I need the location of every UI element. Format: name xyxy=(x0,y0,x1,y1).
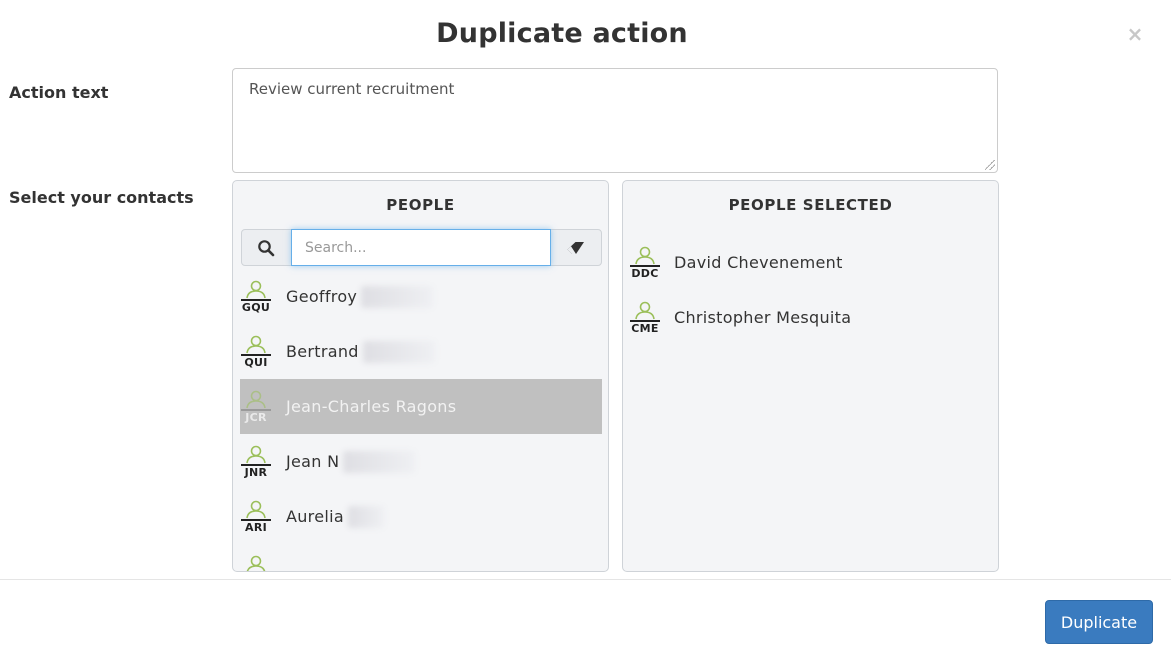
contact-avatar-icon: QUI xyxy=(240,335,272,369)
contact-initials: GQU xyxy=(241,298,271,314)
selected-people-list: DDC David Chevenement CME Christopher Mesqu… xyxy=(629,235,991,345)
action-text-label: Action text xyxy=(9,83,109,102)
contact-initials: ARI xyxy=(241,518,271,534)
people-list-item[interactable]: QUI Bertrand xyxy=(240,324,602,379)
people-panel-heading: PEOPLE xyxy=(386,196,455,214)
contact-avatar-icon: ARI xyxy=(240,500,272,534)
redacted-surname xyxy=(361,285,434,308)
contact-name: Geoffroy xyxy=(286,287,358,306)
selected-person-item[interactable]: DDC David Chevenement xyxy=(629,235,991,290)
people-list: GQU Geoffroy QUI Bertrand JCR Jean-Charles Ra… xyxy=(240,269,602,571)
people-search-bar xyxy=(241,229,602,266)
contact-initials: QUI xyxy=(241,353,271,369)
selected-person-item[interactable]: CME Christopher Mesquita xyxy=(629,290,991,345)
contact-avatar-icon: GQU xyxy=(240,280,272,314)
people-list-item[interactable]: ARI Aurelia xyxy=(240,489,602,544)
footer-divider xyxy=(0,579,1171,580)
redacted-surname xyxy=(343,450,416,473)
people-search-input[interactable] xyxy=(291,229,551,266)
contact-avatar-icon xyxy=(240,555,272,571)
eraser-icon[interactable] xyxy=(551,230,601,265)
contact-name: Aurelia xyxy=(286,507,344,526)
contact-name: David Chevenement xyxy=(674,253,843,272)
contact-initials: JNR xyxy=(241,463,271,479)
dialog-title: Duplicate action xyxy=(436,18,688,49)
contacts-label: Select your contacts xyxy=(9,188,194,207)
contact-name: Jean N xyxy=(286,452,340,471)
contact-name: Christopher Mesquita xyxy=(674,308,852,327)
people-list-item[interactable]: GQU Geoffroy xyxy=(240,269,602,324)
action-text-field[interactable]: Review current recruitment xyxy=(232,68,998,173)
contact-initials: CME xyxy=(630,319,660,335)
contact-initials: JCR xyxy=(241,408,271,424)
contact-avatar-icon: JNR xyxy=(240,445,272,479)
contact-avatar-icon: CME xyxy=(629,301,661,335)
people-list-item[interactable]: JCR Jean-Charles Ragons xyxy=(240,379,602,434)
contact-avatar-icon: JCR xyxy=(240,390,272,424)
contact-avatar-icon: DDC xyxy=(629,246,661,280)
close-icon[interactable]: × xyxy=(1125,22,1145,46)
contact-initials: DDC xyxy=(630,264,660,280)
resize-handle-icon[interactable] xyxy=(985,160,995,170)
redacted-surname xyxy=(362,340,435,363)
search-icon[interactable] xyxy=(242,230,290,265)
people-selected-panel: PEOPLE SELECTED DDC David Chevenement CME C… xyxy=(622,180,999,572)
duplicate-button[interactable]: Duplicate xyxy=(1045,600,1153,644)
people-list-item[interactable]: JNR Jean N xyxy=(240,434,602,489)
contact-name: Bertrand xyxy=(286,342,359,361)
people-panel: PEOPLE GQU Geoffroy QUI Bertrand JCR Jean-Cha… xyxy=(232,180,609,572)
contact-name: Jean-Charles Ragons xyxy=(286,397,457,416)
people-selected-heading: PEOPLE SELECTED xyxy=(728,196,893,214)
people-list-item[interactable]: Alexandre Saekmann xyxy=(240,544,602,571)
redacted-surname xyxy=(347,505,384,528)
